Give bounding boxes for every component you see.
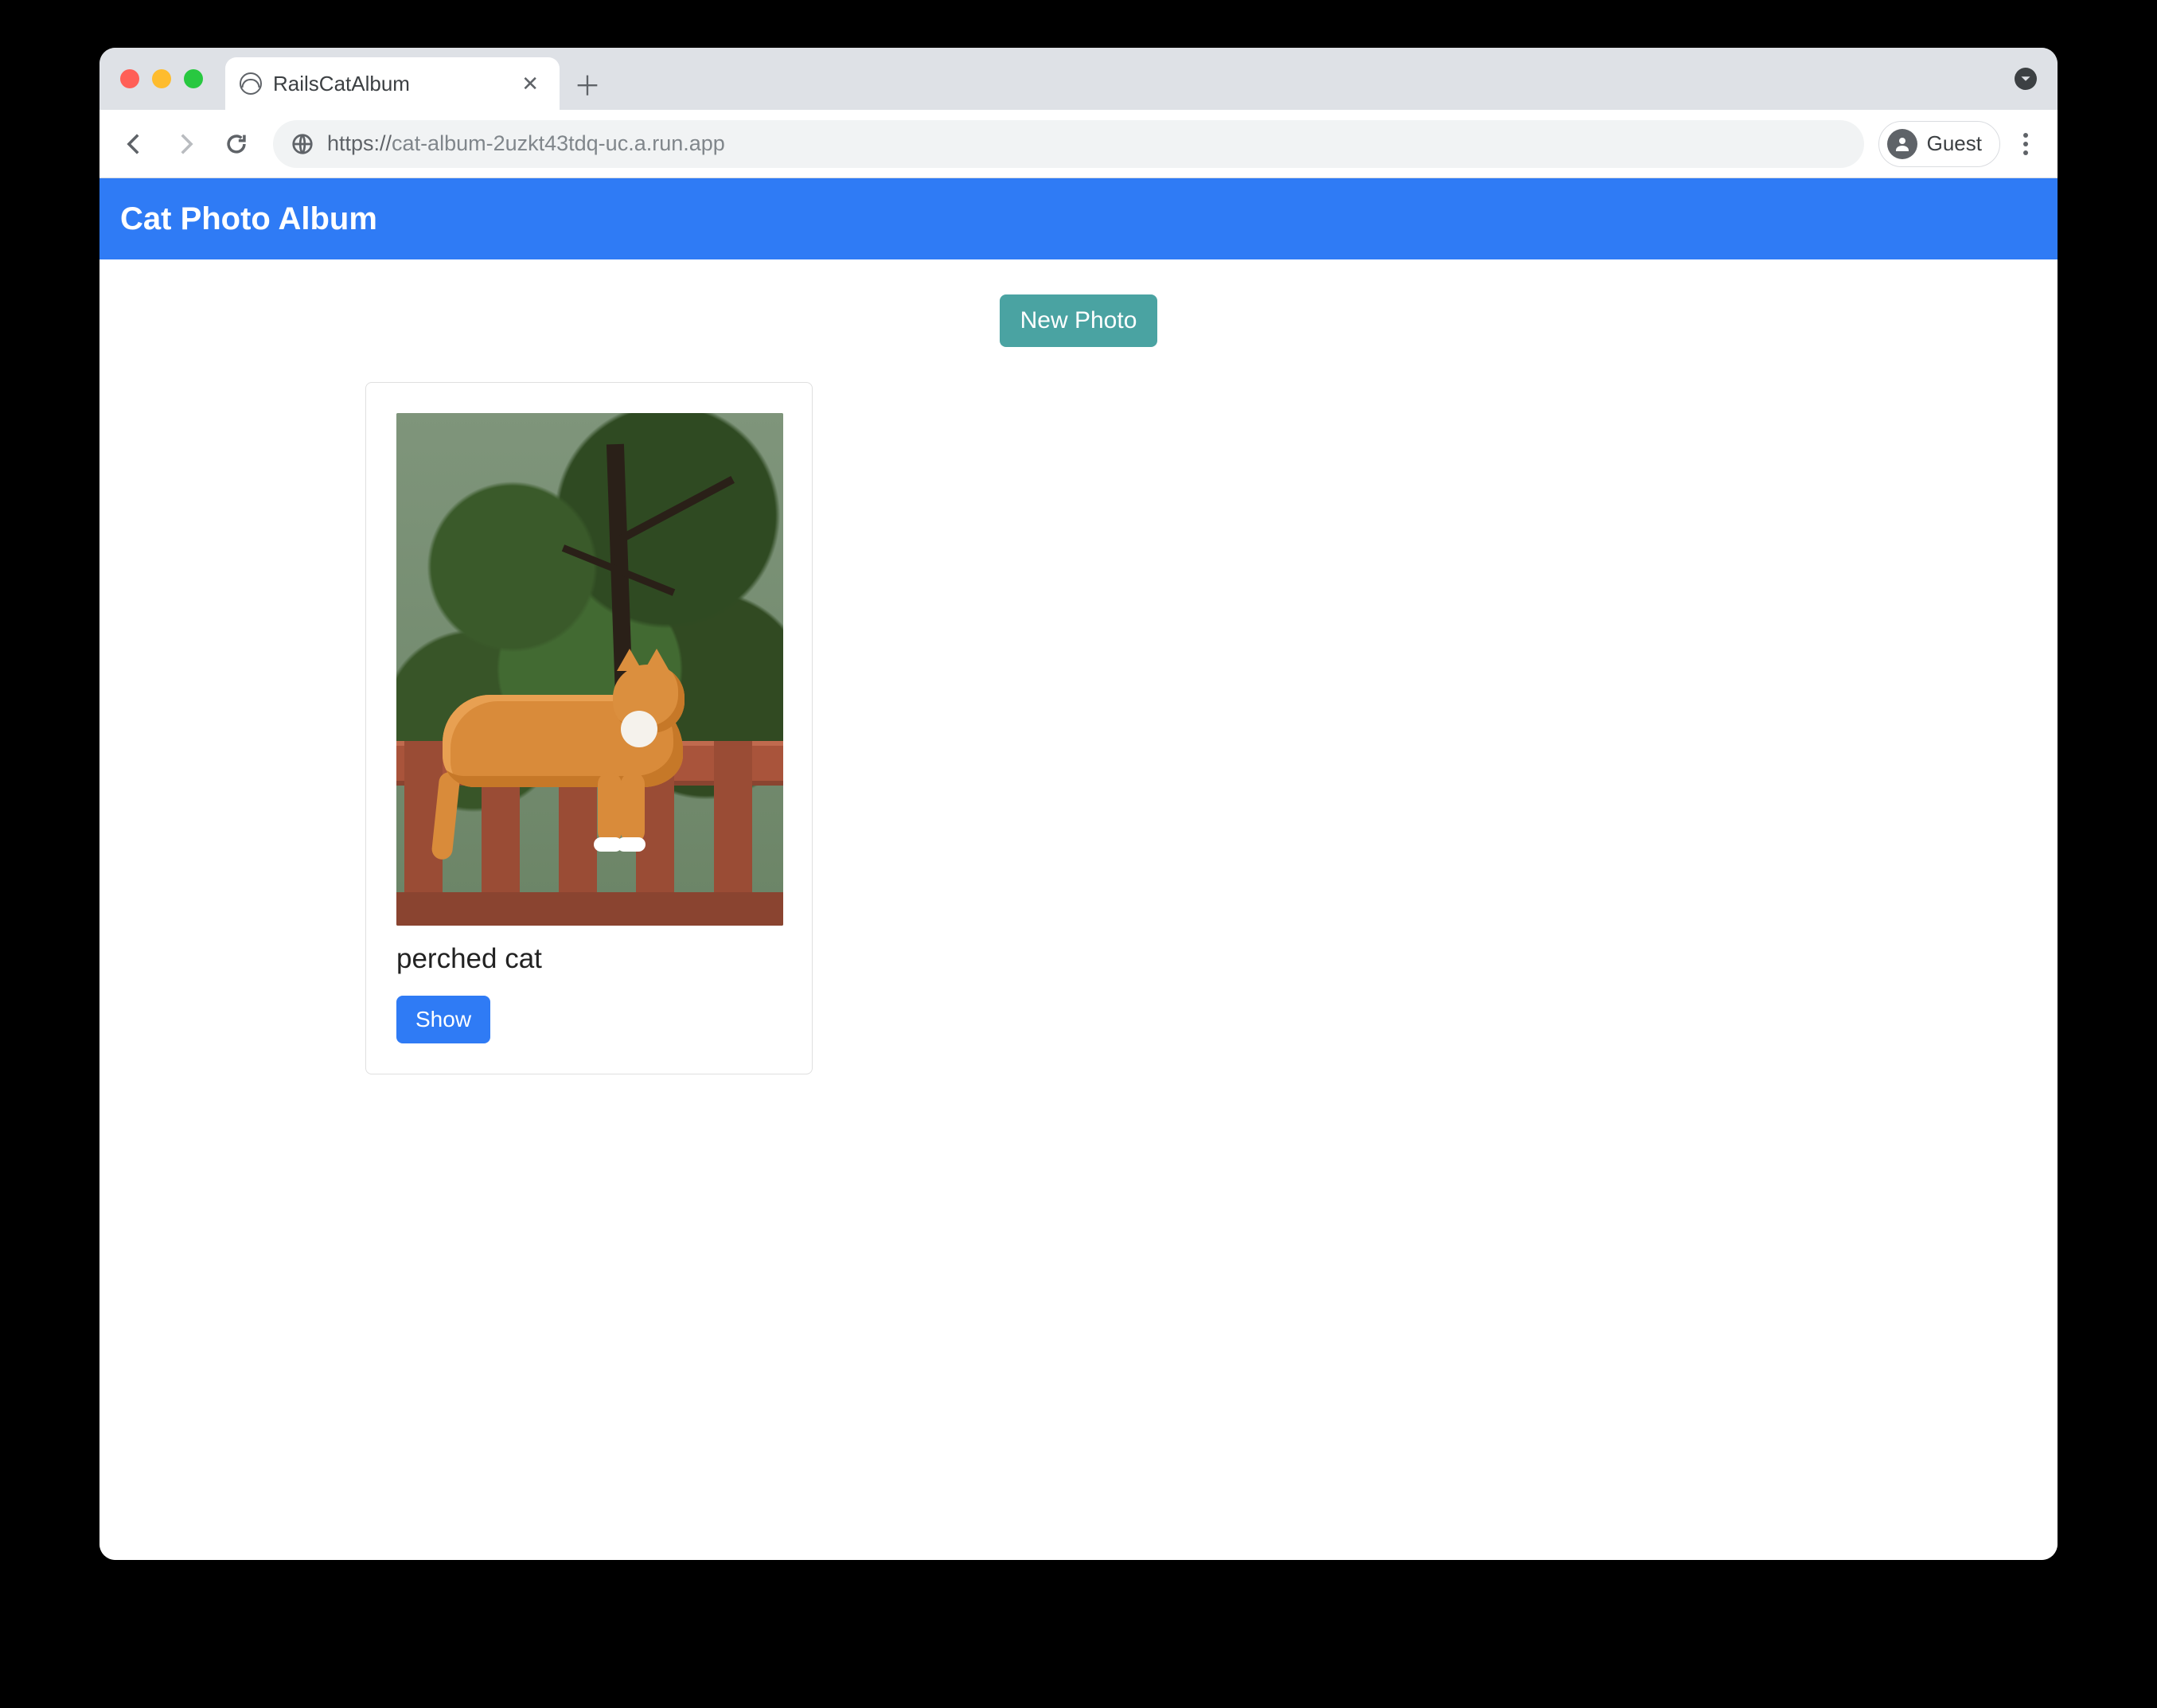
tab-search-button[interactable] (2015, 68, 2037, 90)
page-content: New Photo (99, 259, 2058, 1109)
show-button[interactable]: Show (396, 996, 490, 1043)
url-text: https://cat-album-2uzkt43tdq-uc.a.run.ap… (327, 131, 725, 156)
close-window-button[interactable] (120, 69, 139, 88)
new-tab-button[interactable]: ＋ (568, 64, 607, 103)
close-tab-button[interactable]: ✕ (515, 68, 545, 99)
site-info-icon[interactable] (291, 132, 314, 156)
new-photo-button[interactable]: New Photo (1000, 294, 1158, 347)
forward-button[interactable] (163, 122, 208, 166)
browser-tab[interactable]: RailsCatAlbum ✕ (225, 57, 560, 110)
window-controls (114, 48, 211, 110)
browser-menu-button[interactable] (2007, 125, 2045, 163)
browser-toolbar: https://cat-album-2uzkt43tdq-uc.a.run.ap… (99, 110, 2058, 178)
page-viewport: Cat Photo Album New Photo (99, 178, 2058, 1560)
browser-window: RailsCatAlbum ✕ ＋ https://cat-album-2uzk… (99, 48, 2058, 1560)
back-button[interactable] (112, 122, 157, 166)
tab-title: RailsCatAlbum (273, 72, 504, 96)
profile-label: Guest (1927, 131, 1982, 156)
photo-grid: perched cat Show (127, 382, 2030, 1074)
photo-caption: perched cat (396, 943, 782, 975)
profile-button[interactable]: Guest (1878, 121, 2000, 167)
avatar-icon (1887, 129, 1917, 159)
app-title: Cat Photo Album (120, 201, 377, 237)
reload-button[interactable] (214, 122, 259, 166)
minimize-window-button[interactable] (152, 69, 171, 88)
tab-strip: RailsCatAlbum ✕ ＋ (99, 48, 2058, 110)
fullscreen-window-button[interactable] (184, 69, 203, 88)
globe-icon (240, 72, 262, 95)
app-header: Cat Photo Album (99, 178, 2058, 259)
photo-thumbnail[interactable] (396, 413, 783, 926)
address-bar[interactable]: https://cat-album-2uzkt43tdq-uc.a.run.ap… (273, 120, 1864, 168)
photo-card: perched cat Show (365, 382, 813, 1074)
